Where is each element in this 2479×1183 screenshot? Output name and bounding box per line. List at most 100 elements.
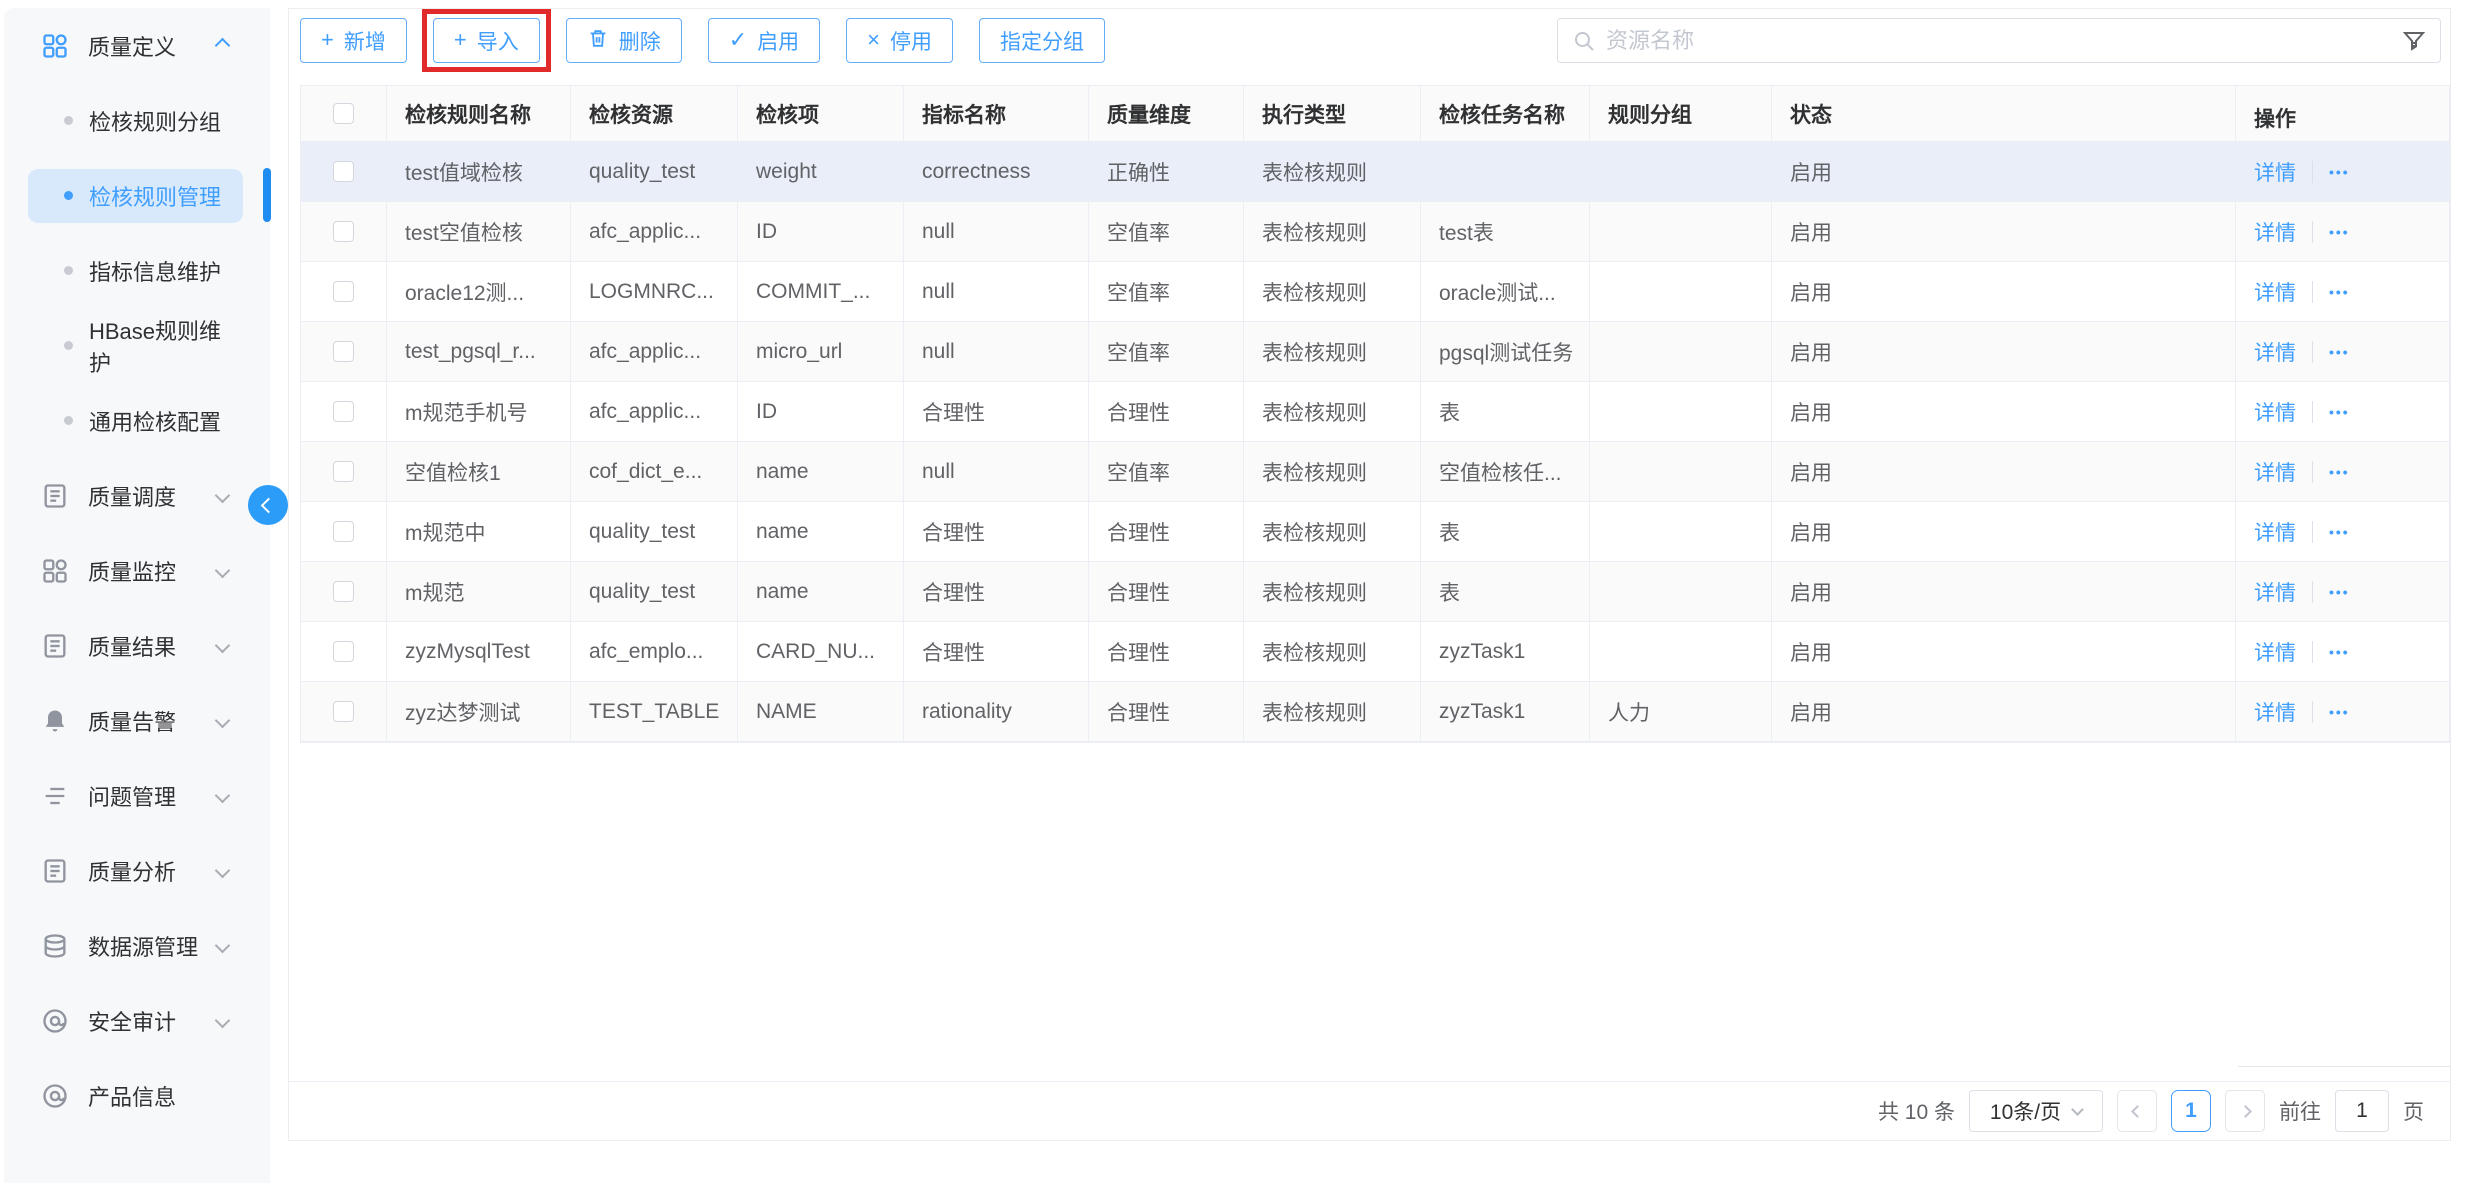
more-actions-button[interactable]: ••• (2329, 224, 2350, 240)
cell-exec_type: 表检核规则 (1244, 502, 1421, 562)
detail-link[interactable]: 详情 (2254, 457, 2296, 487)
detail-link[interactable]: 详情 (2254, 217, 2296, 247)
rules-table: 检核规则名称检核资源检核项指标名称质量维度执行类型检核任务名称规则分组状态操作 … (300, 85, 2450, 743)
enable-button[interactable]: ✓ 启用 (708, 18, 820, 63)
table-row: oracle12测...LOGMNRC...COMMIT_...null空值率表… (301, 262, 2449, 322)
page-number-button[interactable]: 1 (2171, 1090, 2211, 1132)
detail-link[interactable]: 详情 (2254, 517, 2296, 547)
add-button[interactable]: + 新增 (300, 18, 407, 63)
assign-group-button[interactable]: 指定分组 (979, 18, 1105, 63)
delete-button[interactable]: 删除 (566, 18, 682, 63)
import-button[interactable]: + 导入 (433, 18, 540, 63)
action-divider (2312, 521, 2313, 543)
cell-name: test_pgsql_r... (387, 322, 571, 382)
sidebar-item-security-audit[interactable]: 安全审计 (4, 983, 270, 1058)
detail-link[interactable]: 详情 (2254, 397, 2296, 427)
detail-link[interactable]: 详情 (2254, 157, 2296, 187)
button-label: 新增 (344, 26, 386, 56)
action-divider (2312, 641, 2313, 663)
more-actions-button[interactable]: ••• (2329, 284, 2350, 300)
sidebar-item-quality-monitor[interactable]: 质量监控 (4, 533, 270, 608)
row-checkbox[interactable] (333, 701, 354, 722)
more-actions-button[interactable]: ••• (2329, 644, 2350, 660)
sidebar-subitem-indicator-info-maintenance[interactable]: 指标信息维护 (4, 233, 270, 308)
next-page-button[interactable] (2225, 1090, 2265, 1132)
cell-status: 启用 (1772, 442, 2236, 502)
cell-exec_type: 表检核规则 (1244, 262, 1421, 322)
detail-link[interactable]: 详情 (2254, 277, 2296, 307)
cell-resource: LOGMNRC... (571, 262, 738, 322)
cell-dimension: 空值率 (1089, 262, 1244, 322)
row-checkbox[interactable] (333, 281, 354, 302)
sidebar-item-quality-result[interactable]: 质量结果 (4, 608, 270, 683)
doc-icon (40, 631, 70, 661)
prev-page-button[interactable] (2117, 1090, 2157, 1132)
cell-group (1590, 442, 1772, 502)
sidebar-subitem-hbase-rule-maintenance[interactable]: HBase规则维护 (4, 308, 270, 383)
detail-link[interactable]: 详情 (2254, 577, 2296, 607)
row-checkbox[interactable] (333, 521, 354, 542)
header-checkbox-cell (301, 86, 387, 142)
table-row: zyz达梦测试TEST_TABLENAMErationality合理性表检核规则… (301, 682, 2449, 742)
sidebar-item-label: 质量监控 (88, 555, 176, 587)
chevron-left-icon (260, 497, 276, 513)
sidebar-item-label: 数据源管理 (88, 930, 198, 962)
more-actions-button[interactable]: ••• (2329, 344, 2350, 360)
button-label: 删除 (619, 26, 661, 56)
detail-link[interactable]: 详情 (2254, 637, 2296, 667)
sidebar-subitem-check-rule-management[interactable]: 检核规则管理 (4, 158, 270, 233)
sidebar-subitem-general-check-config[interactable]: 通用检核配置 (4, 383, 270, 458)
sidebar-item-datasource-management[interactable]: 数据源管理 (4, 908, 270, 983)
select-all-checkbox[interactable] (333, 103, 354, 124)
detail-link[interactable]: 详情 (2254, 697, 2296, 727)
cell-dimension: 合理性 (1089, 622, 1244, 682)
cell-name: test值域检核 (387, 142, 571, 202)
sidebar-subitem-label: 通用检核配置 (89, 405, 221, 437)
chevron-down-icon (215, 638, 231, 654)
check-icon: ✓ (729, 29, 747, 53)
more-actions-button[interactable]: ••• (2329, 584, 2350, 600)
sidebar-item-product-info[interactable]: 产品信息 (4, 1058, 270, 1133)
more-actions-button[interactable]: ••• (2329, 404, 2350, 420)
list-icon (40, 781, 70, 811)
goto-page-input[interactable] (2335, 1090, 2389, 1132)
cell-resource: afc_emplo... (571, 622, 738, 682)
cell-indicator: null (904, 262, 1089, 322)
cell-indicator: rationality (904, 682, 1089, 742)
row-checkbox[interactable] (333, 461, 354, 482)
grid-icon (40, 556, 70, 586)
sidebar-collapse-button[interactable] (248, 485, 288, 525)
search-input[interactable] (1606, 28, 2392, 54)
action-divider (2312, 701, 2313, 723)
more-actions-button[interactable]: ••• (2329, 524, 2350, 540)
disable-button[interactable]: × 停用 (846, 18, 953, 63)
filter-icon[interactable] (2402, 29, 2426, 53)
sidebar-item-quality-schedule[interactable]: 质量调度 (4, 458, 270, 533)
row-checkbox[interactable] (333, 581, 354, 602)
cell-dimension: 空值率 (1089, 202, 1244, 262)
cell-name: 空值检核1 (387, 442, 571, 502)
cell-item: name (738, 442, 904, 502)
detail-link[interactable]: 详情 (2254, 337, 2296, 367)
row-checkbox[interactable] (333, 641, 354, 662)
sidebar-item-quality-definition[interactable]: 质量定义 (4, 8, 270, 83)
cell-indicator: 合理性 (904, 562, 1089, 622)
cell-resource: quality_test (571, 502, 738, 562)
row-checkbox[interactable] (333, 221, 354, 242)
more-actions-button[interactable]: ••• (2329, 464, 2350, 480)
cell-indicator: 合理性 (904, 622, 1089, 682)
cell-exec_type: 表检核规则 (1244, 442, 1421, 502)
sidebar-item-issue-management[interactable]: 问题管理 (4, 758, 270, 833)
row-checkbox[interactable] (333, 161, 354, 182)
more-actions-button[interactable]: ••• (2329, 164, 2350, 180)
page-size-select[interactable]: 10条/页 (1969, 1090, 2103, 1132)
cell-status: 启用 (1772, 562, 2236, 622)
sidebar-item-quality-alert[interactable]: 质量告警 (4, 683, 270, 758)
row-checkbox[interactable] (333, 341, 354, 362)
cell-item: micro_url (738, 322, 904, 382)
sidebar-item-label: 质量分析 (88, 855, 176, 887)
sidebar-item-quality-analysis[interactable]: 质量分析 (4, 833, 270, 908)
sidebar-subitem-check-rule-group[interactable]: 检核规则分组 (4, 83, 270, 158)
row-checkbox[interactable] (333, 401, 354, 422)
more-actions-button[interactable]: ••• (2329, 704, 2350, 720)
